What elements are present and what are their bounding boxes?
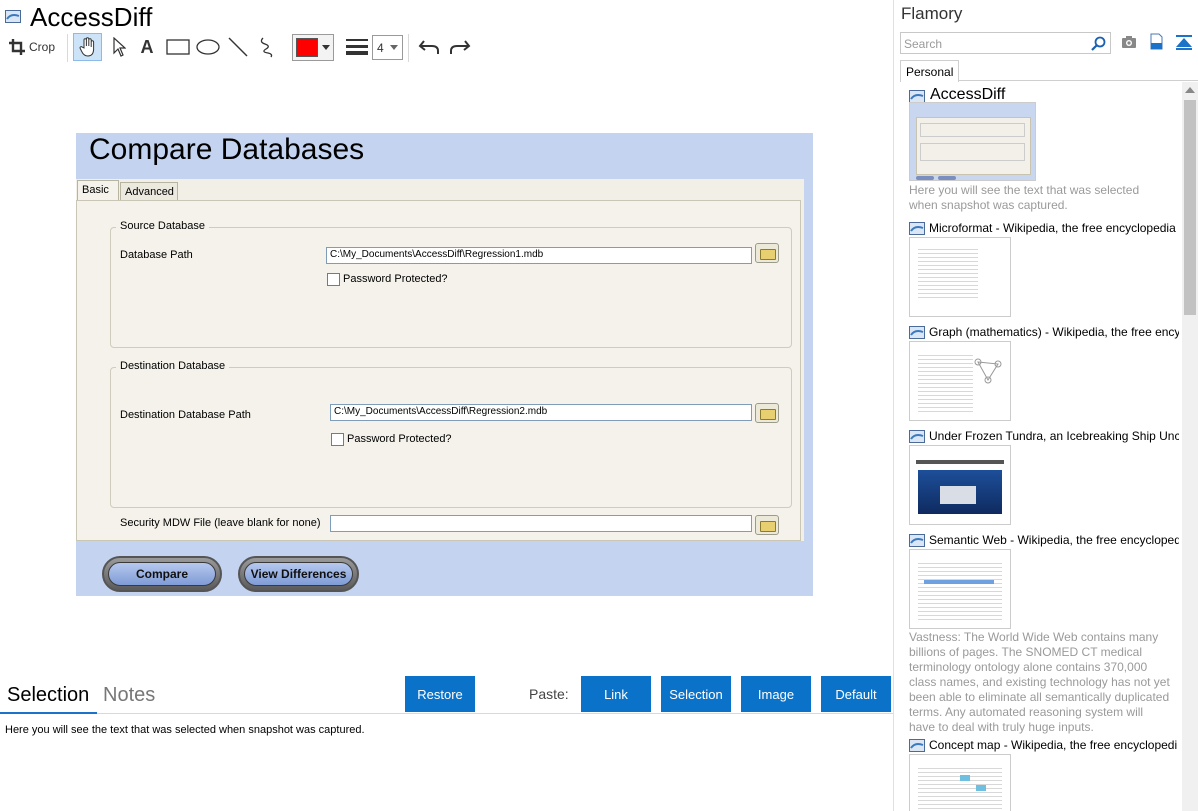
search-icon[interactable] [1091, 36, 1106, 51]
collapse-icon[interactable] [1176, 35, 1192, 50]
redo-button[interactable] [446, 34, 474, 60]
line-tool-button[interactable] [225, 34, 251, 60]
snapshot-icon [909, 739, 925, 752]
pan-tool-button[interactable] [73, 33, 102, 61]
freehand-tool-button[interactable] [254, 34, 280, 60]
list-item-description: Vastness: The World Wide Web contains ma… [909, 630, 1170, 734]
view-differences-label: View Differences [244, 562, 353, 586]
selection-text[interactable]: Here you will see the text that was sele… [5, 724, 365, 736]
snapshot-tab-advanced: Advanced [120, 182, 178, 200]
list-item-title[interactable]: Under Frozen Tundra, an Icebreaking Ship… [929, 429, 1179, 443]
text-tool-button[interactable]: A [135, 34, 159, 60]
snapshot-list[interactable]: AccessDiff Here you will see the text th… [894, 82, 1182, 811]
paste-default-button[interactable]: Default [821, 676, 891, 712]
ellipse-icon [196, 39, 220, 55]
compare-label: Compare [108, 562, 216, 586]
password-checkbox [331, 433, 344, 446]
chevron-down-icon [390, 44, 398, 50]
list-item-title[interactable]: Semantic Web - Wikipedia, the free encyc… [929, 533, 1179, 547]
paste-selection-button[interactable]: Selection [661, 676, 731, 712]
snapshot-thumbnail[interactable] [909, 341, 1011, 421]
tab-notes[interactable]: Notes [103, 684, 155, 707]
list-item-description: Here you will see the text that was sele… [909, 183, 1140, 212]
hand-icon [79, 37, 94, 57]
scroll-up-icon[interactable] [1185, 86, 1195, 94]
snapshot-thumbnail[interactable] [909, 754, 1011, 811]
freehand-icon [260, 37, 273, 58]
source-database-label: Source Database [116, 220, 209, 232]
snapshot-icon [5, 10, 21, 23]
database-path-label: Database Path [120, 249, 193, 261]
snapshot-icon [909, 326, 925, 339]
password-checkbox [327, 273, 340, 286]
chevron-down-icon [322, 44, 330, 50]
paste-label: Paste: [529, 686, 569, 702]
list-item-title[interactable]: Microformat - Wikipedia, the free encycl… [929, 221, 1179, 235]
list-item-title[interactable]: Concept map - Wikipedia, the free encycl… [929, 738, 1179, 752]
redo-icon [450, 40, 471, 54]
line-icon [228, 37, 248, 57]
document-title: AccessDiff [30, 2, 153, 32]
snapshot-icon [909, 534, 925, 547]
camera-icon[interactable] [1121, 35, 1137, 49]
search-input[interactable] [904, 36, 1084, 51]
tab-personal[interactable]: Personal [900, 60, 959, 82]
rectangle-icon [166, 39, 190, 55]
line-width-icon [346, 39, 368, 55]
destination-database-label: Destination Database [116, 360, 230, 372]
line-width-select[interactable]: 4 [372, 35, 403, 60]
source-database-group [110, 227, 792, 348]
text-tool-icon: A [140, 36, 154, 57]
ellipse-tool-button[interactable] [194, 34, 222, 60]
compare-button-image: Compare [102, 556, 222, 592]
view-differences-button-image: View Differences [238, 556, 359, 592]
tab-divider [0, 713, 893, 714]
destination-path-label: Destination Database Path [120, 409, 251, 421]
snapshot-thumbnail[interactable] [909, 445, 1011, 525]
color-picker[interactable] [292, 34, 334, 61]
database-path-field: C:\My_Documents\AccessDiff\Regression1.m… [326, 247, 752, 264]
crop-icon [8, 39, 25, 55]
snapshot-thumbnail[interactable] [909, 237, 1011, 317]
active-tab-indicator [0, 712, 97, 714]
snapshot-thumbnail[interactable] [909, 102, 1036, 181]
tab-selection[interactable]: Selection [7, 684, 89, 707]
crop-label: Crop [28, 40, 55, 54]
select-tool-button[interactable] [106, 34, 132, 60]
list-item-title[interactable]: Graph (mathematics) - Wikipedia, the fre… [929, 325, 1179, 339]
paste-image-button[interactable]: Image [741, 676, 811, 712]
document-icon[interactable] [1150, 33, 1163, 50]
rectangle-tool-button[interactable] [164, 34, 192, 60]
security-file-label: Security MDW File (leave blank for none) [120, 517, 321, 529]
pointer-icon [113, 37, 126, 57]
line-width-value: 4 [377, 40, 384, 55]
line-width-icon-button[interactable] [344, 34, 370, 60]
toolbar-separator [67, 34, 68, 62]
color-swatch [296, 38, 318, 57]
folder-icon [755, 403, 779, 423]
undo-button[interactable] [415, 34, 443, 60]
destination-path-field: C:\My_Documents\AccessDiff\Regression2.m… [330, 404, 752, 421]
password-protected-label: Password Protected? [347, 433, 452, 445]
folder-icon [755, 243, 779, 263]
snapshot-icon [909, 222, 925, 235]
undo-icon [418, 40, 439, 54]
folder-icon [755, 515, 779, 535]
password-protected-label: Password Protected? [343, 273, 448, 285]
tab-divider [959, 80, 1198, 81]
security-file-field [330, 515, 752, 532]
scrollbar-thumb[interactable] [1184, 100, 1196, 315]
restore-button[interactable]: Restore [405, 676, 475, 712]
toolbar-separator [408, 34, 409, 62]
snapshot-icon [909, 430, 925, 443]
app-title: Flamory [901, 4, 963, 23]
snapshot-heading: Compare Databases [89, 133, 365, 166]
snapshot-thumbnail[interactable] [909, 549, 1011, 629]
crop-button[interactable]: Crop [6, 34, 58, 60]
snapshot-tab-basic: Basic [77, 180, 119, 201]
snapshot-viewer: AccessDiff Crop A 4 Compare Databases Ba… [0, 0, 893, 811]
paste-link-button[interactable]: Link [581, 676, 651, 712]
search-box[interactable] [900, 32, 1111, 54]
